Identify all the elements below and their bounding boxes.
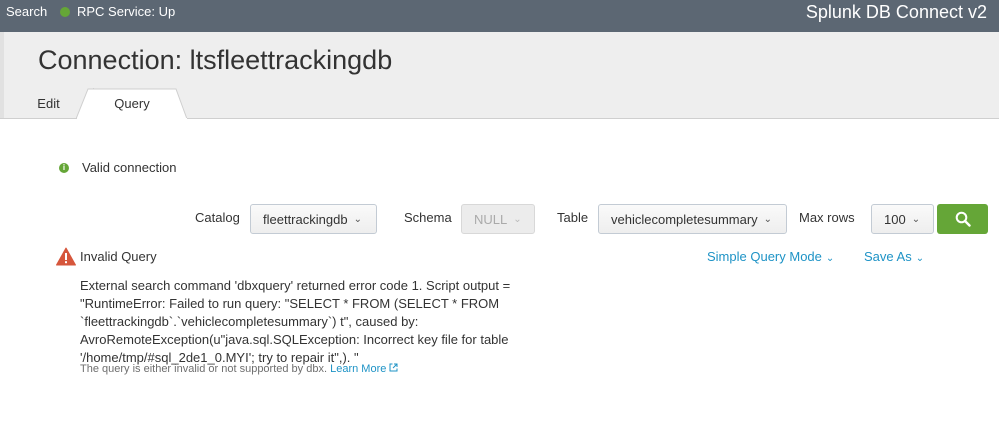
active-tab-gap [77,118,187,119]
save-as-label: Save As [864,249,912,264]
search-nav-link[interactable]: Search [6,4,47,19]
max-rows-value: 100 [884,211,906,227]
simple-query-mode-label: Simple Query Mode [707,249,822,264]
schema-select[interactable]: NULL ⌄ [461,204,535,234]
status-dot-icon [60,6,70,17]
page-title: Connection: ltsfleettrackingdb [38,45,393,75]
schema-value: NULL [474,211,508,227]
chevron-down-icon: ⌄ [513,213,522,225]
table-label: Table [557,210,589,225]
simple-query-mode-link[interactable]: Simple Query Mode ⌄ [707,249,834,264]
external-link-icon [389,363,398,372]
catalog-label: Catalog [195,210,240,225]
max-rows-label: Max rows [799,210,855,225]
save-as-link[interactable]: Save As ⌄ [864,249,924,264]
error-line: External search command 'dbxquery' retur… [80,278,511,293]
tab-query-label: Query [114,96,150,111]
run-query-button[interactable] [937,204,988,234]
error-hint: The query is either invalid or not suppo… [80,363,398,375]
table-value: vehiclecompletesummary [611,211,758,227]
rpc-status-text: RPC Service: Up [77,4,176,19]
app-name[interactable]: Splunk DB Connect v2 [806,2,987,23]
learn-more-link[interactable]: Learn More [330,363,398,375]
learn-more-label: Learn More [330,363,387,375]
error-line: AvroRemoteException(u"java.sql.SQLExcept… [80,332,509,347]
tab-query[interactable]: Query [78,88,186,119]
warning-icon [56,247,76,266]
max-rows-select[interactable]: 100 ⌄ [871,204,934,234]
chevron-down-icon: ⌄ [763,213,773,225]
chevron-down-icon: ⌄ [825,253,835,264]
app-topbar: Search RPC Service: Up Splunk DB Connect… [0,0,999,32]
rpc-status: RPC Service: Up [60,4,175,19]
chevron-down-icon: ⌄ [915,253,925,264]
table-select[interactable]: vehiclecompletesummary ⌄ [598,204,787,234]
search-icon [955,211,971,227]
error-hint-text: The query is either invalid or not suppo… [80,363,328,375]
connection-status-text: Valid connection [82,160,177,175]
tab-edit-label: Edit [37,96,60,111]
catalog-select[interactable]: fleettrackingdb ⌄ [250,204,377,234]
error-line: "RuntimeError: Failed to run query: "SEL… [80,296,500,311]
error-title: Invalid Query [80,249,157,264]
error-line: `fleettrackingdb`.`vehiclecompletesummar… [80,314,419,329]
catalog-value: fleettrackingdb [263,211,348,227]
chevron-down-icon: ⌄ [911,213,921,225]
chevron-down-icon: ⌄ [353,213,362,225]
error-message: External search command 'dbxquery' retur… [80,277,520,367]
info-check-icon: i [59,162,69,173]
connection-status: i Valid connection [59,160,176,175]
schema-label: Schema [404,210,452,225]
